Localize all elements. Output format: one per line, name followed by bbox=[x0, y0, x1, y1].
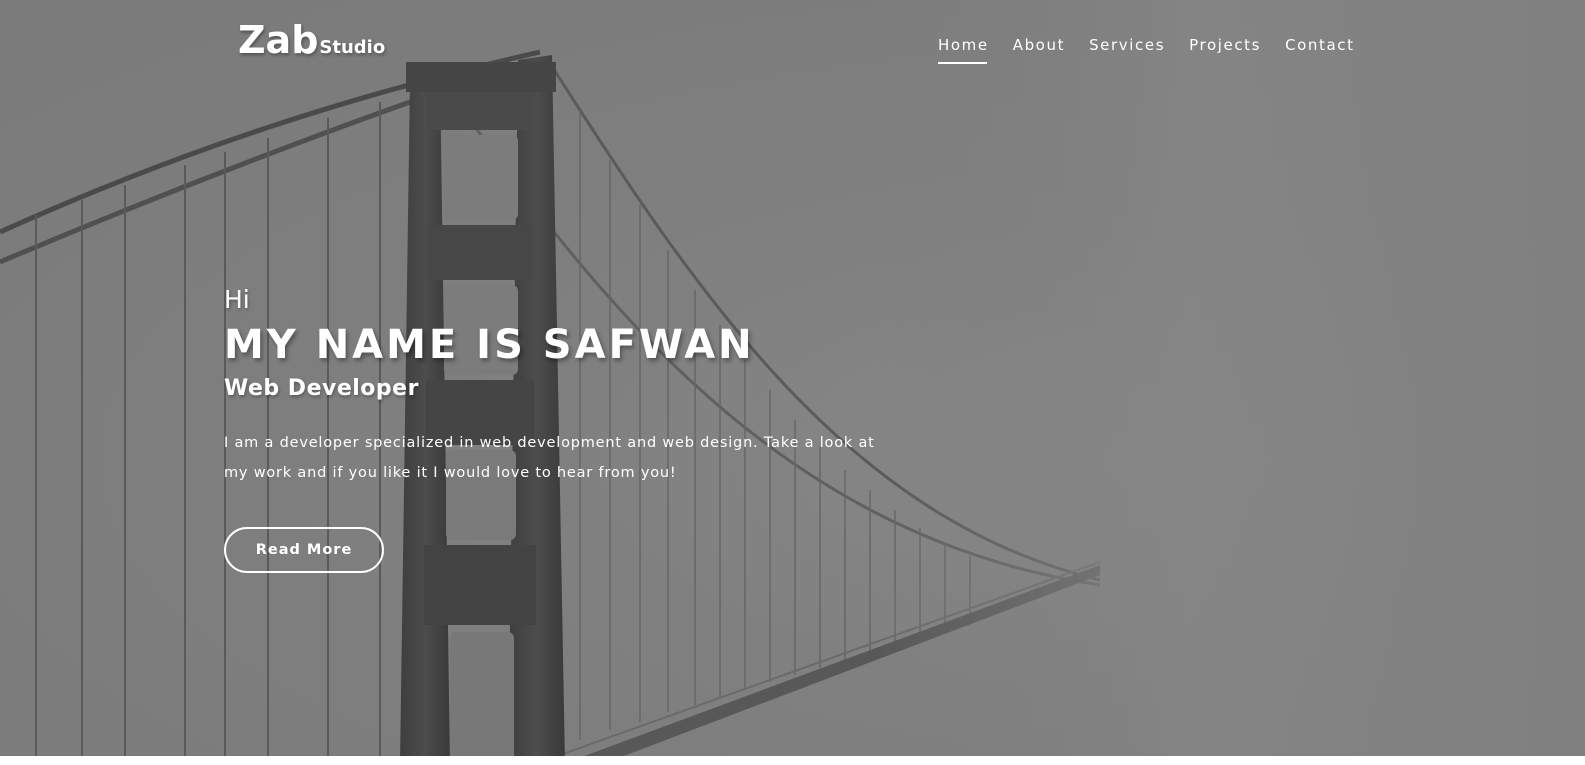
hero-name-heading: MY NAME IS SAFWAN bbox=[224, 322, 755, 368]
read-more-button[interactable]: Read More bbox=[224, 527, 384, 573]
hero-role: Web Developer bbox=[224, 376, 419, 401]
logo-sub-text: Studio bbox=[319, 37, 386, 58]
hero-section: ZabStudio Home About Services Projects C… bbox=[0, 0, 1585, 765]
site-logo[interactable]: ZabStudio bbox=[238, 18, 385, 62]
logo-main-text: Zab bbox=[238, 18, 319, 62]
nav-item-contact[interactable]: Contact bbox=[1285, 36, 1355, 64]
hero-greeting: Hi bbox=[224, 285, 250, 314]
nav-item-about[interactable]: About bbox=[1013, 36, 1065, 64]
nav-item-home[interactable]: Home bbox=[938, 36, 989, 64]
nav-item-services[interactable]: Services bbox=[1089, 36, 1165, 64]
page-bottom-edge bbox=[0, 756, 1585, 765]
main-nav: Home About Services Projects Contact bbox=[938, 36, 1379, 64]
nav-item-projects[interactable]: Projects bbox=[1189, 36, 1261, 64]
hero-content: Hi MY NAME IS SAFWAN Web Developer I am … bbox=[224, 284, 924, 488]
hero-description: I am a developer specialized in web deve… bbox=[224, 435, 875, 481]
